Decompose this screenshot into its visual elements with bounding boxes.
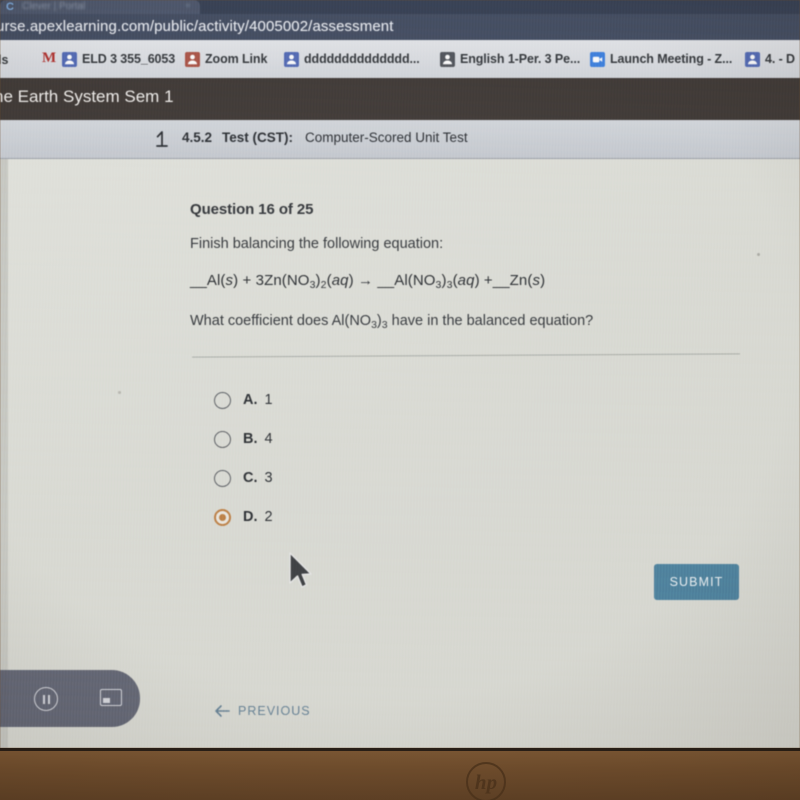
person-icon [745,51,760,67]
url-text: urse.apexlearning.com/public/activity/40… [0,18,394,35]
answer-choice-value: 1 [264,392,273,408]
previous-label: PREVIOUS [238,704,311,718]
person-icon [284,51,299,67]
lesson-number: 4.5.2 [182,130,213,145]
bookmark-label: 4. - D [765,52,795,66]
answer-choice-value: 3 [264,470,273,486]
screen-share-icon[interactable] [100,689,122,706]
bookmark-item-english[interactable]: English 1-Per. 3 Pe... [440,49,580,69]
answer-choice-letter: B. [243,431,258,447]
answer-choice-b[interactable]: B. 4 [214,426,273,452]
answer-choice-letter: A. [243,392,258,408]
question-prompt: Finish balancing the following equation: [190,236,444,252]
bookmark-label: dddddddddddddd... [304,52,420,66]
bookmark-label: Zoom Link [205,52,268,66]
photo-of-laptop-screen: C Clever | Portal + urse.apexlearning.co… [0,0,800,800]
browser-url-bar[interactable]: urse.apexlearning.com/public/activity/40… [0,14,800,40]
question-counter: Question 16 of 25 [190,201,314,218]
pause-icon[interactable] [34,687,58,711]
radio-button-c[interactable] [214,469,231,487]
answer-choice-letter: D. [243,509,258,525]
radio-button-d[interactable] [214,508,231,526]
chemical-equation: __Al(s) + 3Zn(NO3)2(aq) → __Al(NO3)3(aq)… [190,272,546,291]
bezel-edge [0,748,800,751]
screen-dust-speck [118,391,121,394]
browser-tab-strip: C Clever | Portal + [0,0,800,14]
bookmark-item-launch-meeting[interactable]: Launch Meeting - Z... [590,49,732,69]
question-divider [192,353,740,358]
lesson-header-bar: 4.5.2 Test (CST): Computer-Scored Unit T… [0,120,800,159]
radio-button-a[interactable] [214,391,231,409]
left-arrow-icon [214,704,230,718]
bookmark-label: ELD 3 355_6053 [82,52,176,66]
course-title: he Earth System Sem 1 [0,87,174,106]
answer-choice-c[interactable]: C. 3 [214,465,273,491]
screen-dust-speck [757,253,760,256]
answer-choice-a[interactable]: A. 1 [214,387,273,413]
person-icon [185,51,200,67]
bookmark-item-dddd[interactable]: dddddddddddddd... [284,49,420,69]
laptop-screen: C Clever | Portal + urse.apexlearning.co… [0,0,800,748]
new-tab-button[interactable]: + [185,0,191,14]
bookmark-item-zoom-link[interactable]: Zoom Link [185,49,267,69]
assessment-page: Question 16 of 25 Finish balancing the f… [0,159,800,748]
bookmark-item-4-d[interactable]: 4. - D [745,49,795,69]
media-control-pill [0,670,140,727]
tab-title: Clever | Portal [22,1,86,12]
answer-choice-d[interactable]: D. 2 [214,504,273,530]
laptop-bezel: hp [0,748,800,800]
bookmark-item-eld[interactable]: ELD 3 355_6053 [62,49,175,69]
course-title-bar: he Earth System Sem 1 [0,78,800,120]
bookmark-label: English 1-Per. 3 Pe... [460,52,581,66]
lesson-kind: Test (CST): [222,130,293,145]
person-icon [440,51,455,67]
person-icon [62,51,77,67]
answer-choice-value: 2 [264,509,273,525]
page-left-gutter [0,159,8,748]
tab-favicon-icon: C [6,1,14,13]
bookmark-label: Launch Meeting - Z... [610,52,733,66]
lesson-name: Computer-Scored Unit Test [305,130,468,145]
hp-logo: hp [466,762,506,800]
answer-choice-value: 4 [264,431,273,447]
up-arrow-icon[interactable] [152,129,172,149]
answer-choice-letter: C. [243,470,258,486]
mouse-cursor [287,551,313,591]
bookmark-item-truncated[interactable]: ls [0,53,8,67]
submit-button[interactable]: SUBMIT [654,564,739,600]
zoom-icon [590,51,605,67]
gmail-icon[interactable]: M [42,50,56,67]
previous-button[interactable]: PREVIOUS [214,704,311,718]
radio-button-b[interactable] [214,430,231,448]
bookmarks-bar: ls M ELD 3 355_6053 Zo [0,40,800,78]
question-text: What coefficient does Al(NO3)3 have in t… [190,313,594,331]
